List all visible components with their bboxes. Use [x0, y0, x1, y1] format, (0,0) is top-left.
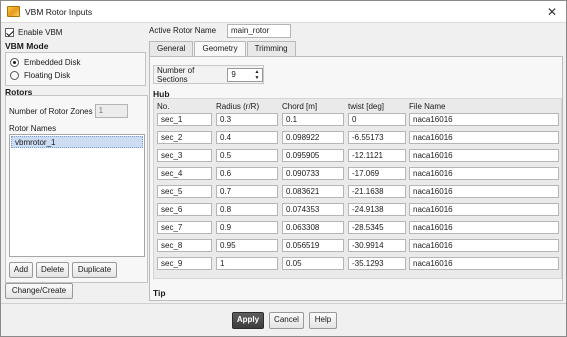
column-header-file-name: File Name [409, 102, 446, 111]
tab-trimming[interactable]: Trimming [246, 41, 296, 56]
enable-vbm-label: Enable VBM [18, 27, 63, 37]
section-id-cell[interactable]: sec_6 [157, 203, 212, 216]
rotor-names-list[interactable]: vbmrotor_1 [9, 134, 145, 257]
num-rotor-zones-field[interactable]: 1 [94, 104, 128, 118]
section-id-cell[interactable]: sec_4 [157, 167, 212, 180]
footer-divider [1, 303, 566, 304]
vbm-mode-group: Embedded Disk Floating Disk [5, 52, 146, 86]
file-name-cell[interactable]: naca16016 [409, 257, 559, 270]
close-icon[interactable]: ✕ [544, 4, 560, 20]
file-name-cell[interactable]: naca16016 [409, 185, 559, 198]
active-rotor-name-field[interactable]: main_rotor [227, 24, 291, 38]
active-rotor-label: Active Rotor Name [149, 26, 217, 35]
file-name-cell[interactable]: naca16016 [409, 203, 559, 216]
radius-cell[interactable]: 1 [216, 257, 278, 270]
section-id-cell[interactable]: sec_8 [157, 239, 212, 252]
twist-cell[interactable]: -17.069 [348, 167, 406, 180]
embedded-disk-option[interactable]: Embedded Disk [10, 56, 141, 69]
section-id-cell[interactable]: sec_2 [157, 131, 212, 144]
delete-button[interactable]: Delete [36, 262, 69, 278]
file-name-cell[interactable]: naca16016 [409, 131, 559, 144]
rotor-names-label: Rotor Names [9, 124, 57, 133]
num-rotor-zones-row: Number of Rotor Zones 1 [9, 104, 128, 118]
left-panel: Enable VBM VBM Mode Embedded Disk Floati… [5, 25, 148, 301]
column-header-no: No. [157, 102, 170, 111]
section-id-cell[interactable]: sec_9 [157, 257, 212, 270]
chord-cell[interactable]: 0.1 [282, 113, 344, 126]
file-name-cell[interactable]: naca16016 [409, 113, 559, 126]
chord-cell[interactable]: 0.090733 [282, 167, 344, 180]
chord-cell[interactable]: 0.098922 [282, 131, 344, 144]
num-sections-stepper[interactable]: 9 ▲ ▼ [227, 67, 263, 82]
chord-cell[interactable]: 0.095905 [282, 149, 344, 162]
num-sections-value: 9 [231, 69, 236, 79]
enable-vbm-checkbox-row[interactable]: Enable VBM [5, 25, 146, 39]
tab-bar: General Geometry Trimming [149, 41, 297, 57]
column-header-radius: Radius (r/R) [216, 102, 260, 111]
radius-cell[interactable]: 0.3 [216, 113, 278, 126]
file-name-cell[interactable]: naca16016 [409, 167, 559, 180]
tip-label: Tip [153, 288, 166, 298]
list-item[interactable]: vbmrotor_1 [11, 136, 143, 148]
duplicate-button[interactable]: Duplicate [72, 262, 117, 278]
section-id-cell[interactable]: sec_7 [157, 221, 212, 234]
vbm-mode-title: VBM Mode [5, 41, 49, 51]
num-sections-label: Number of Sections [157, 65, 195, 84]
section-id-cell[interactable]: sec_5 [157, 185, 212, 198]
twist-cell[interactable]: -21.1638 [348, 185, 406, 198]
chord-cell[interactable]: 0.074353 [282, 203, 344, 216]
section-id-cell[interactable]: sec_3 [157, 149, 212, 162]
twist-cell[interactable]: -35.1293 [348, 257, 406, 270]
file-name-cell[interactable]: naca16016 [409, 149, 559, 162]
tab-geometry[interactable]: Geometry [194, 41, 246, 57]
twist-cell[interactable]: -30.9914 [348, 239, 406, 252]
chord-cell[interactable]: 0.056519 [282, 239, 344, 252]
floating-disk-radio[interactable] [10, 71, 19, 80]
radius-cell[interactable]: 0.8 [216, 203, 278, 216]
floating-disk-option[interactable]: Floating Disk [10, 69, 141, 82]
vbm-rotor-inputs-dialog: VBM Rotor Inputs ✕ Enable VBM VBM Mode E… [0, 0, 567, 337]
window-title: VBM Rotor Inputs [25, 6, 93, 17]
enable-vbm-checkbox[interactable] [5, 27, 14, 37]
twist-cell[interactable]: -6.55173 [348, 131, 406, 144]
column-header-chord: Chord [m] [282, 102, 318, 111]
chord-cell[interactable]: 0.05 [282, 257, 344, 270]
embedded-disk-radio[interactable] [10, 58, 19, 67]
twist-cell[interactable]: -12.1121 [348, 149, 406, 162]
section-id-cell[interactable]: sec_1 [157, 113, 212, 126]
apply-button[interactable]: Apply [232, 312, 264, 329]
file-name-cell[interactable]: naca16016 [409, 239, 559, 252]
cancel-button[interactable]: Cancel [269, 312, 304, 329]
radius-cell[interactable]: 0.5 [216, 149, 278, 162]
chord-cell[interactable]: 0.063308 [282, 221, 344, 234]
floating-disk-label: Floating Disk [24, 71, 71, 80]
radius-cell[interactable]: 0.95 [216, 239, 278, 252]
column-header-twist: twist [deg] [348, 102, 385, 111]
change-create-button[interactable]: Change/Create [5, 283, 73, 299]
radius-cell[interactable]: 0.9 [216, 221, 278, 234]
app-icon [7, 6, 20, 17]
help-button[interactable]: Help [309, 312, 337, 329]
file-name-cell[interactable]: naca16016 [409, 221, 559, 234]
radius-cell[interactable]: 0.4 [216, 131, 278, 144]
num-sections-group: Number of Sections 9 ▲ ▼ [153, 65, 264, 84]
radius-cell[interactable]: 0.6 [216, 167, 278, 180]
tab-general[interactable]: General [149, 41, 194, 56]
twist-cell[interactable]: 0 [348, 113, 406, 126]
sections-table: No. Radius (r/R) Chord [m] twist [deg] F… [153, 98, 562, 279]
rotors-group: Number of Rotor Zones 1 Rotor Names vbmr… [5, 95, 148, 283]
add-button[interactable]: Add [9, 262, 33, 278]
twist-cell[interactable]: -24.9138 [348, 203, 406, 216]
stepper-arrows-icon[interactable]: ▲ ▼ [253, 69, 261, 81]
title-bar: VBM Rotor Inputs ✕ [1, 1, 566, 23]
chord-cell[interactable]: 0.083621 [282, 185, 344, 198]
geometry-panel: Number of Sections 9 ▲ ▼ Hub No. Radius (… [149, 56, 563, 301]
twist-cell[interactable]: -28.5345 [348, 221, 406, 234]
radius-cell[interactable]: 0.7 [216, 185, 278, 198]
num-rotor-zones-label: Number of Rotor Zones [9, 106, 93, 116]
embedded-disk-label: Embedded Disk [24, 58, 81, 67]
